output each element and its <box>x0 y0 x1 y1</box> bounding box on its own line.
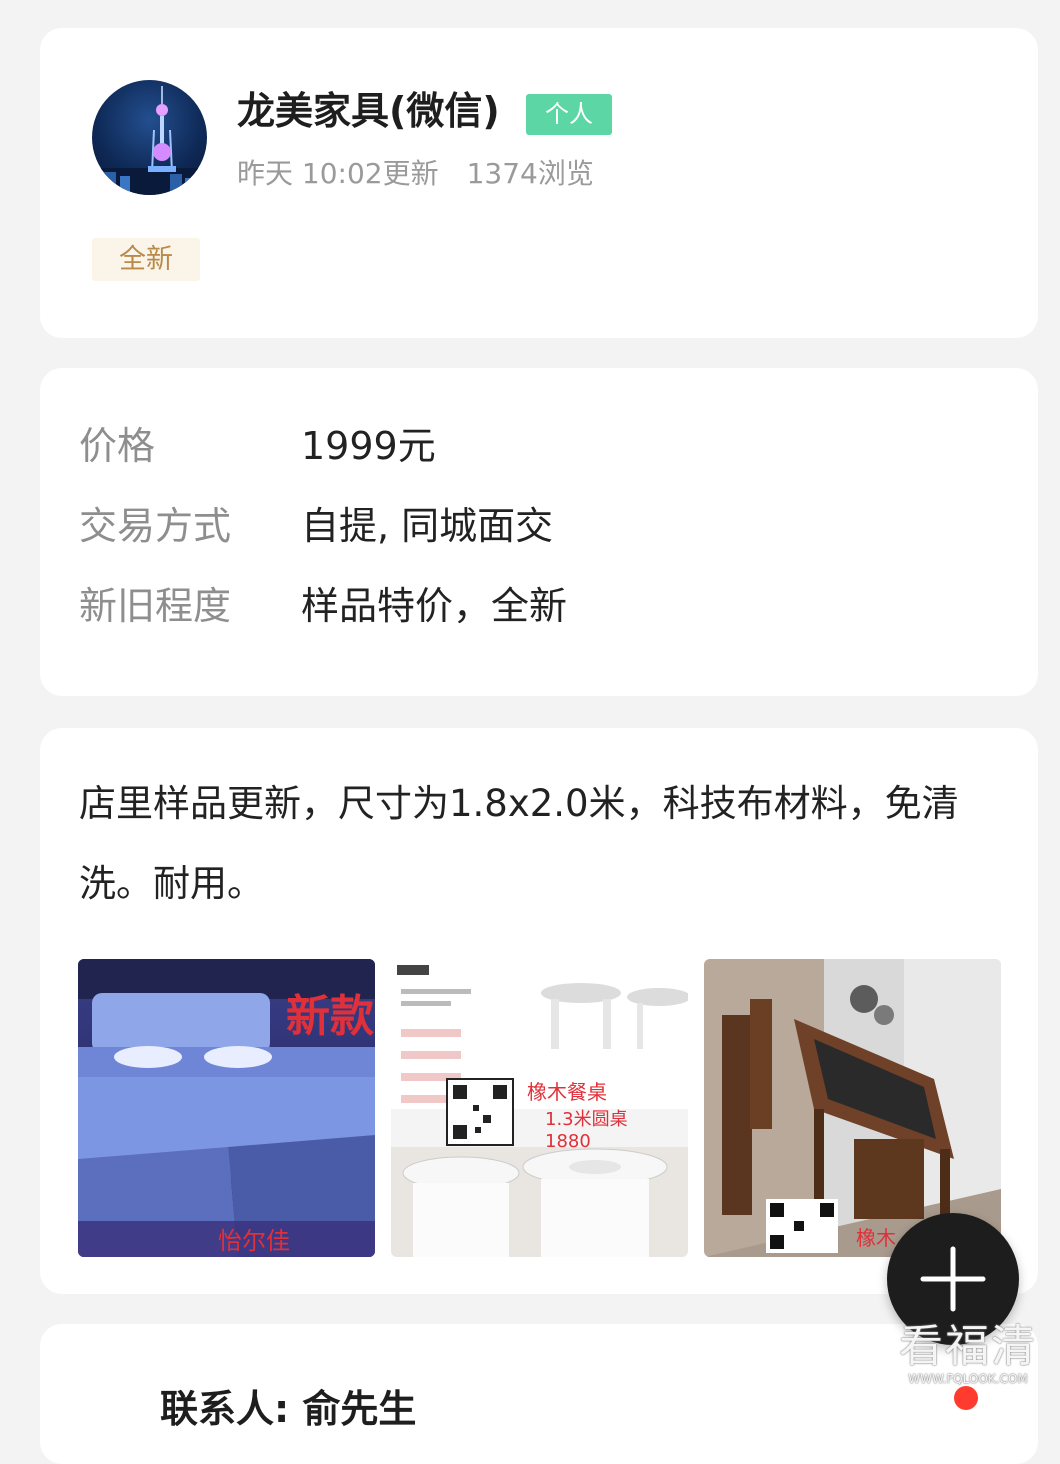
bed-photo-icon: 新款 怡尔佳 <box>78 959 375 1257</box>
photo-thumbnail-bed[interactable]: 新款 怡尔佳 <box>78 959 375 1257</box>
notification-dot <box>954 1386 978 1410</box>
attribute-value: 1999元 <box>301 424 436 468</box>
seller-avatar[interactable] <box>92 80 207 195</box>
attribute-value: 样品特价，全新 <box>301 584 568 628</box>
contact-card: 联系人: 俞先生 <box>40 1324 1038 1464</box>
attributes-card: 价格 1999元 交易方式 自提, 同城面交 新旧程度 样品特价，全新 <box>40 368 1038 696</box>
attribute-label: 价格 <box>79 424 156 468</box>
description-card: 店里样品更新，尺寸为1.8x2.0米，科技布材料，免清洗。耐用。 新款 怡尔佳 <box>40 728 1038 1294</box>
contact-label: 联系人: 俞先生 <box>160 1387 417 1431</box>
update-time: 昨天 10:02更新 <box>237 157 439 190</box>
attribute-row-price: 价格 1999元 <box>79 418 436 474</box>
dining-table-photo-icon: 橡木餐桌 1.3米圆桌 1880 <box>391 959 688 1257</box>
description-text: 店里样品更新，尺寸为1.8x2.0米，科技布材料，免清洗。耐用。 <box>79 782 959 905</box>
seller-type-badge: 个人 <box>526 94 612 135</box>
view-count: 1374浏览 <box>466 157 594 190</box>
photo-overlay-text: 1880 <box>545 1131 591 1152</box>
condition-tag: 全新 <box>92 238 200 281</box>
attribute-row-trade-method: 交易方式 自提, 同城面交 <box>79 498 553 554</box>
photo-overlay-text: 怡尔佳 <box>218 1227 290 1255</box>
plus-icon <box>920 1246 986 1312</box>
tower-night-avatar-icon <box>92 86 207 195</box>
attribute-label: 交易方式 <box>79 504 232 548</box>
attribute-row-condition: 新旧程度 样品特价，全新 <box>79 578 567 634</box>
photo-overlay-text: 1.3米圆桌 <box>545 1109 628 1130</box>
seller-name: 龙美家具(微信) <box>237 89 500 133</box>
photo-overlay-text: 新款 <box>286 991 374 1042</box>
attribute-label: 新旧程度 <box>79 584 232 628</box>
attribute-value: 自提, 同城面交 <box>301 504 554 548</box>
seller-meta: 昨天 10:02更新 1374浏览 <box>237 154 594 194</box>
photo-thumbnail-dining-table[interactable]: 橡木餐桌 1.3米圆桌 1880 <box>391 959 688 1257</box>
add-button[interactable] <box>887 1213 1019 1345</box>
seller-card: 龙美家具(微信) 个人 昨天 10:02更新 1374浏览 全新 <box>40 28 1038 338</box>
photo-overlay-text: 橡木餐桌 <box>527 1080 607 1104</box>
